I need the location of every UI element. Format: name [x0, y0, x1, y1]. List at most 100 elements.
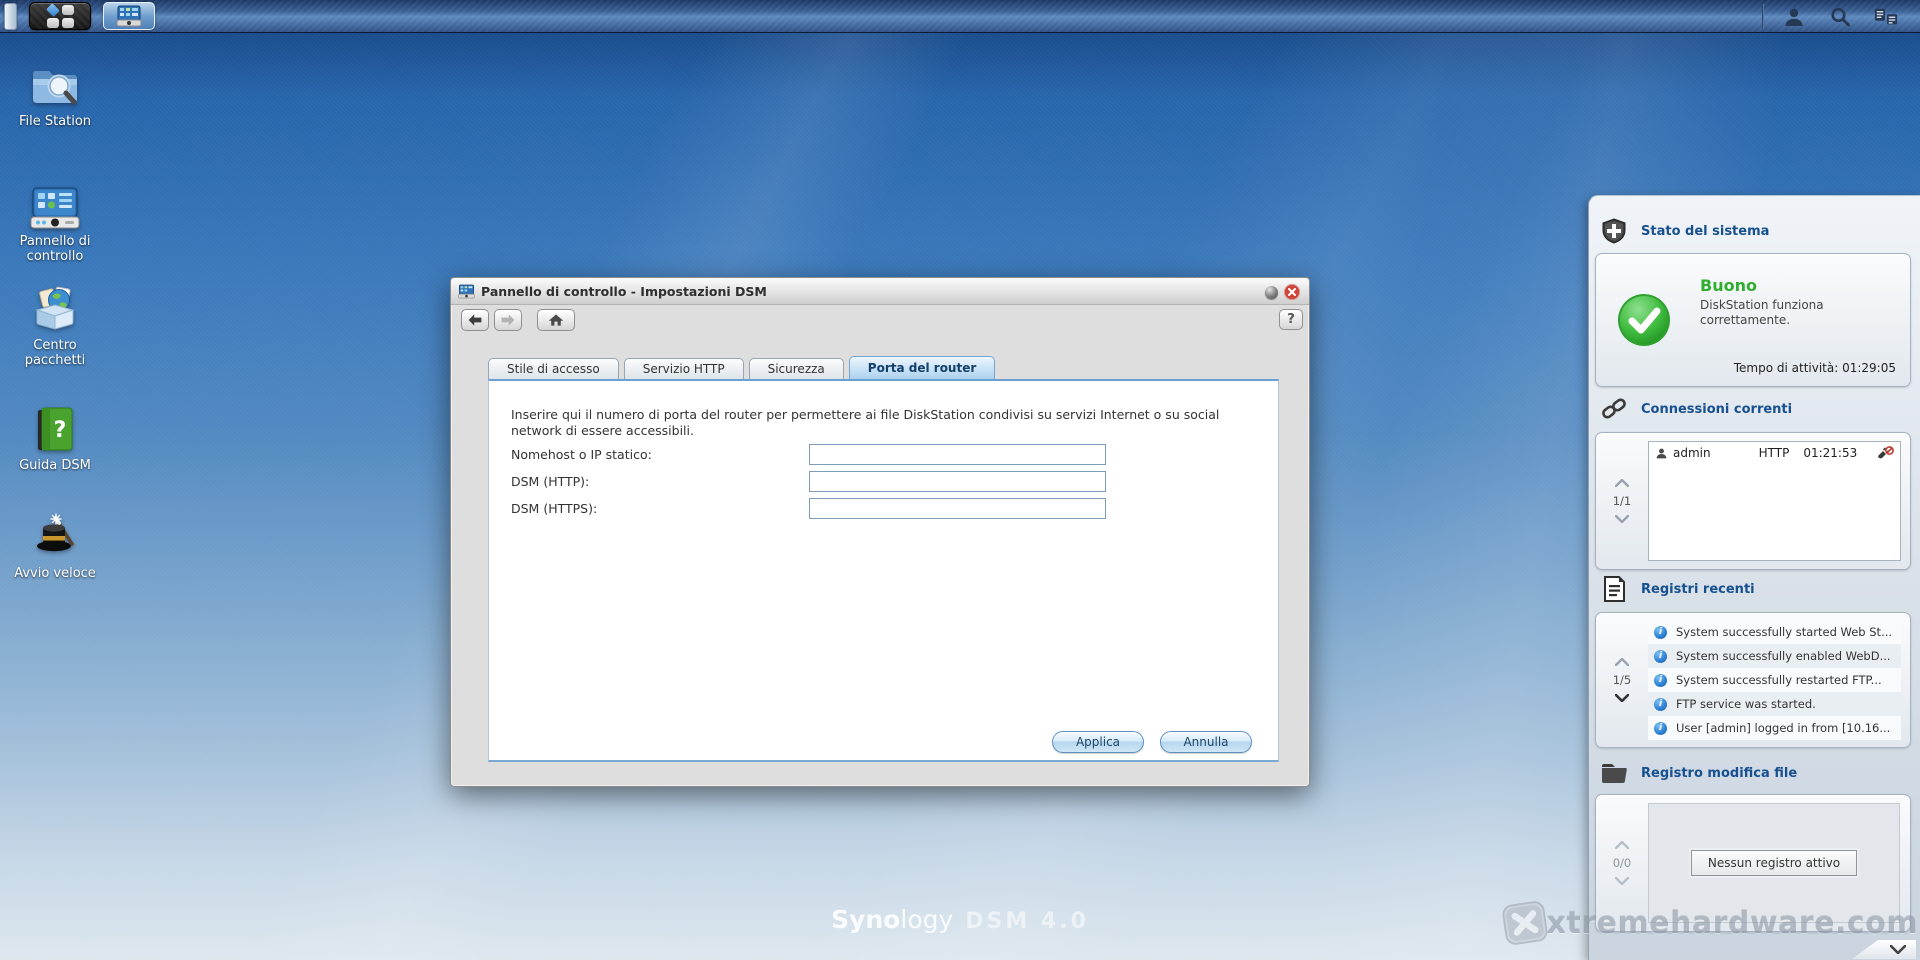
page-up-icon[interactable] — [1615, 479, 1629, 487]
form-actions: Applica Annulla — [1052, 731, 1252, 753]
form-row: DSM (HTTPS): — [511, 497, 597, 519]
dsm-https-label: DSM (HTTPS): — [511, 501, 597, 516]
log-row[interactable]: System successfully restarted FTP... — [1648, 668, 1901, 692]
log-row[interactable]: FTP service was started. — [1648, 692, 1901, 716]
window-title: Pannello di controllo - Impostazioni DSM — [481, 284, 767, 299]
apply-button[interactable]: Applica — [1052, 731, 1144, 753]
show-desktop-button[interactable] — [4, 3, 17, 30]
green-help-book-icon: ? — [29, 402, 81, 454]
home-button[interactable] — [537, 309, 575, 331]
shield-health-icon — [1601, 218, 1627, 244]
connections-pager: 1/1 — [1596, 433, 1648, 569]
form-row: DSM (HTTP): — [511, 470, 589, 492]
page-indicator: 1/1 — [1613, 494, 1632, 508]
tab-sicurezza[interactable]: Sicurezza — [749, 358, 844, 380]
form-row: Nomehost o IP statico: — [511, 443, 652, 465]
search-icon — [1829, 6, 1851, 28]
taskbar-item-control-panel[interactable] — [103, 2, 155, 30]
dsm-http-input[interactable] — [809, 471, 1106, 492]
desktop-icon-label: Pannello di controllo — [8, 234, 102, 264]
forward-button[interactable] — [494, 309, 522, 331]
hostname-input[interactable] — [809, 444, 1106, 465]
user-menu-button[interactable] — [1782, 5, 1806, 29]
no-active-log-message: Nessun registro attivo — [1691, 850, 1857, 876]
close-button[interactable] — [1284, 284, 1300, 300]
connection-user: admin — [1673, 446, 1711, 460]
log-text: System successfully enabled WebD... — [1676, 649, 1891, 663]
log-text: FTP service was started. — [1676, 697, 1816, 711]
info-icon — [1654, 674, 1667, 687]
widgets-panel: Stato del sistema Buono DiskStation funz… — [1588, 195, 1920, 960]
search-button[interactable] — [1828, 5, 1852, 29]
info-icon — [1654, 626, 1667, 639]
page-down-icon[interactable] — [1615, 515, 1629, 523]
system-status-card: Buono DiskStation funziona correttamente… — [1595, 253, 1911, 387]
main-menu-button[interactable] — [29, 2, 91, 30]
pin-window-button[interactable] — [1265, 286, 1278, 299]
page-down-icon[interactable] — [1615, 694, 1629, 702]
magic-hat-wand-icon — [29, 510, 81, 562]
menu-diamond-icon — [46, 3, 60, 17]
back-button[interactable] — [461, 309, 489, 331]
log-text: User [admin] logged in from [10.16... — [1676, 721, 1890, 735]
site-watermark: xtremehardware.com — [1497, 900, 1918, 946]
desktop-icon-label: Guida DSM — [8, 458, 102, 473]
hostname-label: Nomehost o IP statico: — [511, 447, 652, 462]
tab-servizio-http[interactable]: Servizio HTTP — [624, 358, 744, 380]
recent-logs-header: Registri recenti — [1601, 576, 1755, 602]
page-up-icon[interactable] — [1615, 841, 1629, 849]
panels-icon — [1874, 6, 1898, 28]
desktop-icon-label: Centro pacchetti — [8, 338, 102, 368]
home-icon — [548, 313, 564, 327]
file-change-log-header: Registro modifica file — [1601, 760, 1797, 786]
control-panel-icon — [458, 284, 475, 299]
desktop-screen: File Station Pannello di controllo — [0, 0, 1920, 960]
desktop-icon-dsm-help[interactable]: ? Guida DSM — [8, 402, 102, 473]
menu-tile-icon — [62, 18, 74, 28]
info-icon — [1654, 698, 1667, 711]
router-port-description: Inserire qui il numero di porta del rout… — [511, 407, 1251, 439]
cancel-button[interactable]: Annulla — [1160, 731, 1252, 753]
log-document-icon — [1601, 576, 1627, 602]
dsm-http-label: DSM (HTTP): — [511, 474, 589, 489]
dsm-https-input[interactable] — [809, 498, 1106, 519]
connections-card: 1/1 admin HTTP 01:21:53 — [1595, 432, 1911, 570]
page-indicator: 1/5 — [1613, 673, 1632, 687]
page-down-icon[interactable] — [1615, 877, 1629, 885]
window-toolbar: ? — [451, 305, 1309, 335]
tab-stile-di-accesso[interactable]: Stile di accesso — [488, 358, 619, 380]
desktop-icon-control-panel[interactable]: Pannello di controllo — [8, 178, 102, 264]
help-button[interactable]: ? — [1279, 309, 1303, 330]
folder-magnifier-icon — [29, 58, 81, 110]
folder-icon — [1601, 760, 1627, 786]
control-panel-icon — [116, 5, 142, 27]
user-icon — [1655, 447, 1668, 460]
dsm-branding: SynologyDSM 4.0 — [831, 905, 1089, 934]
section-title: Registro modifica file — [1641, 766, 1797, 781]
taskbar-separator — [1762, 4, 1764, 29]
disconnect-icon[interactable] — [1876, 446, 1894, 460]
product-version: DSM 4.0 — [965, 909, 1089, 934]
back-arrow-icon — [467, 313, 483, 327]
open-box-globe-icon — [29, 282, 81, 334]
log-row[interactable]: User [admin] logged in from [10.16... — [1648, 716, 1901, 740]
widgets-toggle-button[interactable] — [1874, 5, 1898, 29]
log-text: System successfully started Web St... — [1676, 625, 1892, 639]
section-title: Connessioni correnti — [1641, 402, 1792, 417]
log-row[interactable]: System successfully enabled WebD... — [1648, 644, 1901, 668]
connections-header: Connessioni correnti — [1601, 396, 1792, 422]
user-icon — [1783, 6, 1805, 28]
desktop-icon-package-center[interactable]: Centro pacchetti — [8, 282, 102, 368]
window-titlebar[interactable]: Pannello di controllo - Impostazioni DSM — [451, 278, 1309, 305]
control-panel-device-icon — [29, 178, 81, 230]
page-up-icon[interactable] — [1615, 658, 1629, 666]
desktop-icon-quick-start[interactable]: Avvio veloce — [8, 510, 102, 581]
log-row[interactable]: System successfully started Web St... — [1648, 620, 1901, 644]
info-icon — [1654, 722, 1667, 735]
page-indicator: 0/0 — [1613, 856, 1632, 870]
menu-tile-icon — [47, 18, 59, 28]
watermark-x-badge-icon — [1494, 896, 1556, 949]
desktop-icon-file-station[interactable]: File Station — [8, 58, 102, 129]
tab-porta-del-router[interactable]: Porta del router — [849, 356, 996, 380]
connection-row[interactable]: admin HTTP 01:21:53 — [1649, 442, 1900, 464]
